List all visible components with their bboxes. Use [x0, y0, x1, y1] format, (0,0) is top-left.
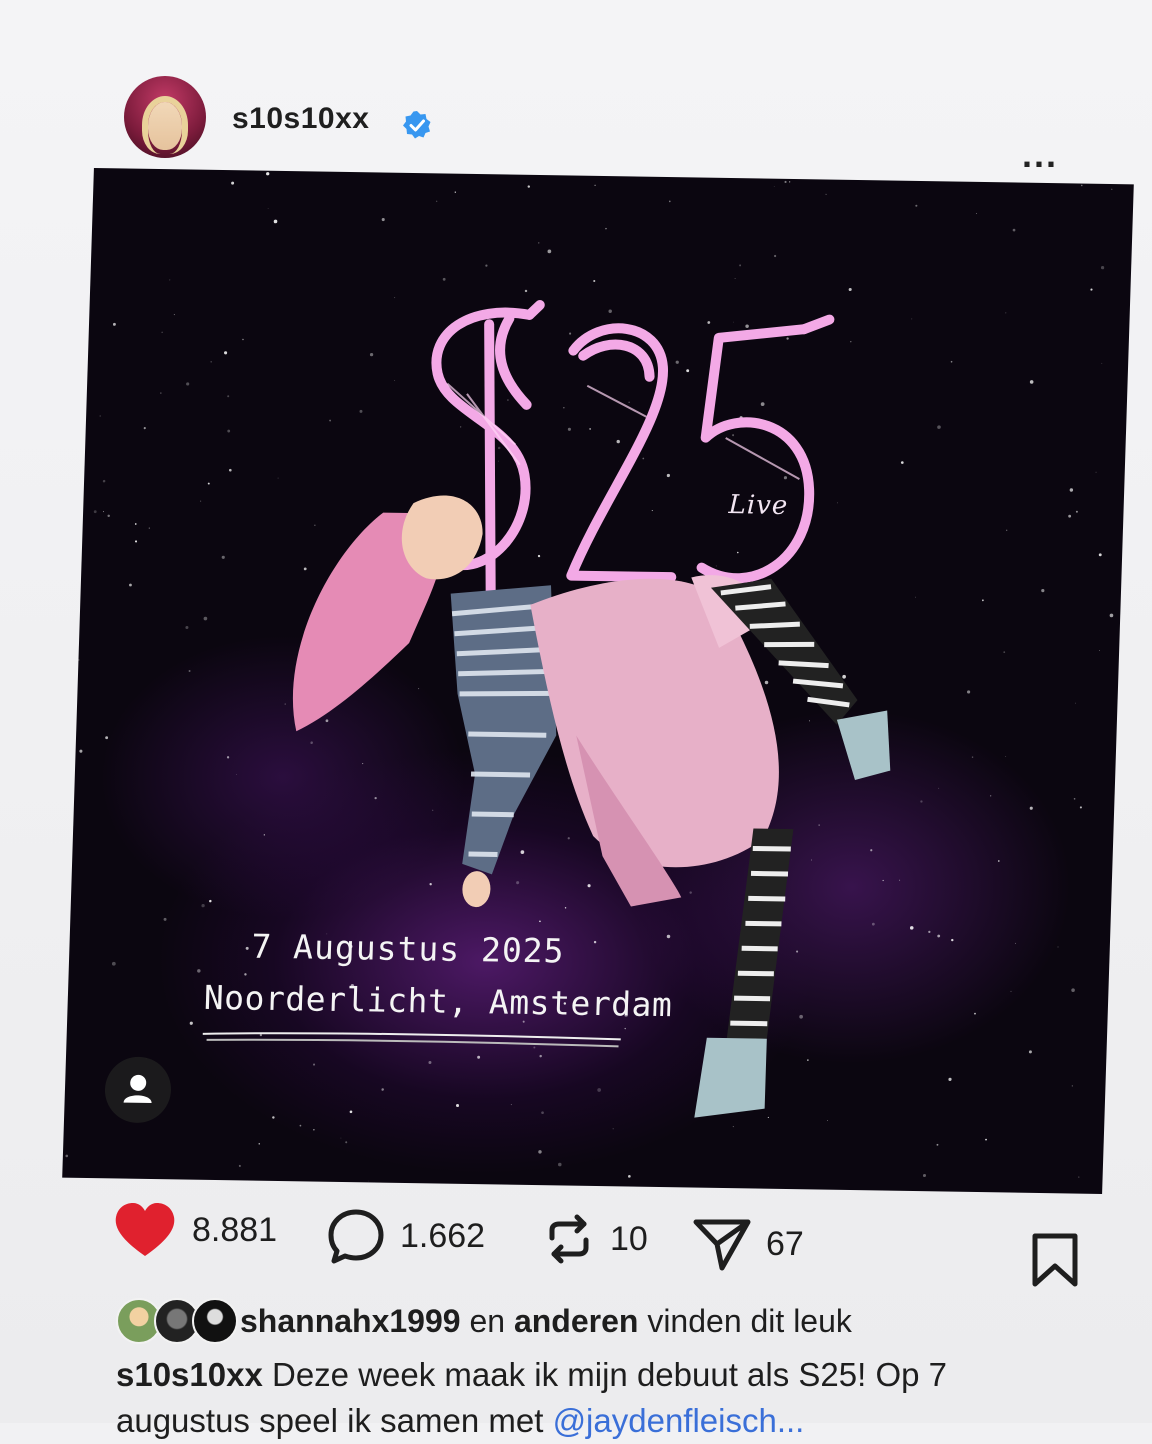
- caption-text-line1: Deze week maak ik mijn debuut als S25! O…: [262, 1356, 947, 1393]
- caption-text-line2: augustus speel ik samen met: [116, 1402, 553, 1439]
- avatar[interactable]: [124, 76, 206, 158]
- share-count: 67: [766, 1224, 804, 1263]
- action-bar: 8.881 1.662 10 67: [112, 1196, 1092, 1288]
- caption-mention[interactable]: @jaydenfleisch...: [553, 1402, 805, 1439]
- liker-avatars[interactable]: [116, 1298, 240, 1344]
- liked-by-others[interactable]: anderen: [514, 1303, 638, 1339]
- liked-by-suffix: vinden dit leuk: [638, 1302, 852, 1339]
- liked-by-line: shannahx1999 en anderen vinden dit leuk: [116, 1296, 1116, 1346]
- like-count: 8.881: [192, 1210, 278, 1249]
- send-icon: [693, 1219, 751, 1271]
- comment-button[interactable]: 1.662: [326, 1206, 485, 1266]
- verified-badge-icon: [403, 111, 431, 139]
- repost-icon: [549, 1214, 589, 1264]
- heart-icon: [115, 1203, 175, 1256]
- comment-count: 1.662: [400, 1216, 486, 1255]
- tag-people-button[interactable]: [103, 1056, 173, 1124]
- liked-by-connector: en: [460, 1302, 514, 1339]
- username[interactable]: s10s10xx: [232, 102, 369, 136]
- repost-button[interactable]: 10: [542, 1212, 648, 1266]
- person-tag-icon: [123, 1074, 152, 1104]
- liker-avatar: [192, 1298, 238, 1344]
- caption-username[interactable]: s10s10xx: [116, 1356, 263, 1393]
- liker-username[interactable]: shannahx1999: [240, 1303, 461, 1339]
- post-screen: s10s10xx ... Live 7 Augustus 2025 Noorde…: [0, 0, 1152, 1439]
- share-button[interactable]: 67: [692, 1216, 804, 1272]
- post-header: s10s10xx ...: [122, 72, 1082, 173]
- comment-icon: [328, 1209, 384, 1264]
- post-caption: s10s10xx Deze week maak ik mijn debuut a…: [116, 1352, 1096, 1444]
- like-button[interactable]: 8.881: [112, 1200, 277, 1260]
- event-venue: Noorderlicht, Amsterdam: [203, 977, 673, 1025]
- avatar-face: [148, 102, 182, 150]
- post-image[interactable]: Live 7 Augustus 2025 Noorderlicht, Amste…: [62, 168, 1134, 1194]
- event-date: 7 Augustus 2025: [250, 926, 566, 971]
- bookmark-icon[interactable]: [1030, 1232, 1080, 1288]
- more-options-button[interactable]: ...: [1022, 137, 1058, 173]
- repost-count: 10: [610, 1219, 648, 1258]
